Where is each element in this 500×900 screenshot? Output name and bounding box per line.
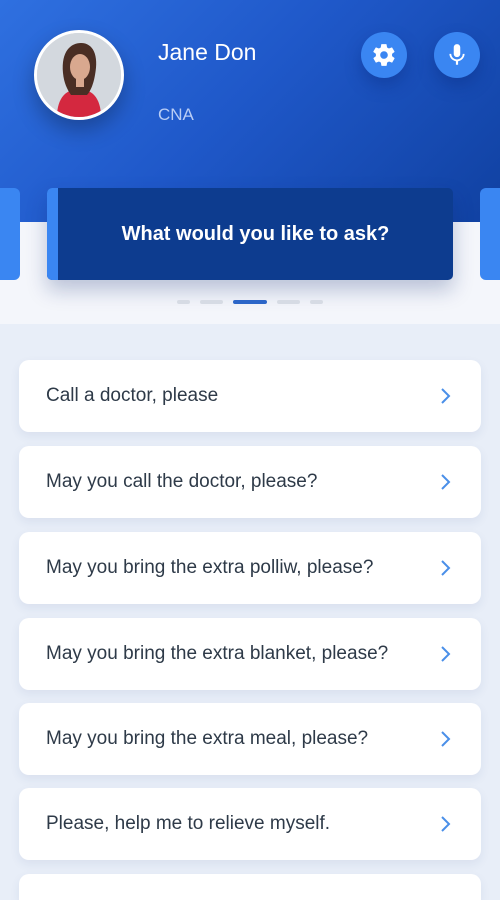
avatar (34, 30, 124, 120)
page-dot[interactable] (177, 300, 190, 304)
list-item[interactable]: Please, help me to relieve myself. (19, 788, 481, 860)
carousel-pagination (0, 300, 500, 304)
list-item[interactable]: May you bring the extra polliw, please? (19, 532, 481, 604)
list-item-label: May you bring the extra meal, please? (46, 728, 369, 749)
settings-button[interactable] (361, 32, 407, 78)
chevron-right-icon (441, 388, 451, 404)
list-item[interactable]: Call a doctor, please (19, 360, 481, 432)
list-item-label: May you bring the extra polliw, please? (46, 557, 374, 578)
list-item[interactable]: May you call the doctor, please? (19, 446, 481, 518)
list-item-label: May you bring the extra blanket, please? (46, 643, 389, 664)
prompt-card[interactable]: What would you like to ask? (47, 188, 453, 280)
prompt-text: What would you like to ask? (121, 222, 390, 245)
chevron-right-icon (441, 560, 451, 576)
list-item-label: Call a doctor, please (46, 385, 219, 406)
gear-icon (373, 44, 395, 66)
page-dot[interactable] (277, 300, 300, 304)
chevron-right-icon (441, 731, 451, 747)
chevron-right-icon (441, 646, 451, 662)
list-item[interactable]: May you bring the extra blanket, please? (19, 618, 481, 690)
chevron-right-icon (441, 816, 451, 832)
microphone-button[interactable] (434, 32, 480, 78)
page-dot-active[interactable] (233, 300, 267, 304)
list-item-label: Please, help me to relieve myself. (46, 813, 331, 834)
carousel-next-card[interactable] (480, 188, 500, 280)
microphone-icon (449, 44, 465, 65)
profile-role: CNA (158, 105, 194, 124)
list-item[interactable] (19, 874, 481, 900)
profile-name: Jane Don (158, 39, 257, 65)
chevron-right-icon (441, 474, 451, 490)
carousel-prev-card[interactable] (0, 188, 20, 280)
page-dot[interactable] (200, 300, 223, 304)
page-dot[interactable] (310, 300, 323, 304)
list-item-label: May you call the doctor, please? (46, 471, 318, 492)
list-item[interactable]: May you bring the extra meal, please? (19, 703, 481, 775)
